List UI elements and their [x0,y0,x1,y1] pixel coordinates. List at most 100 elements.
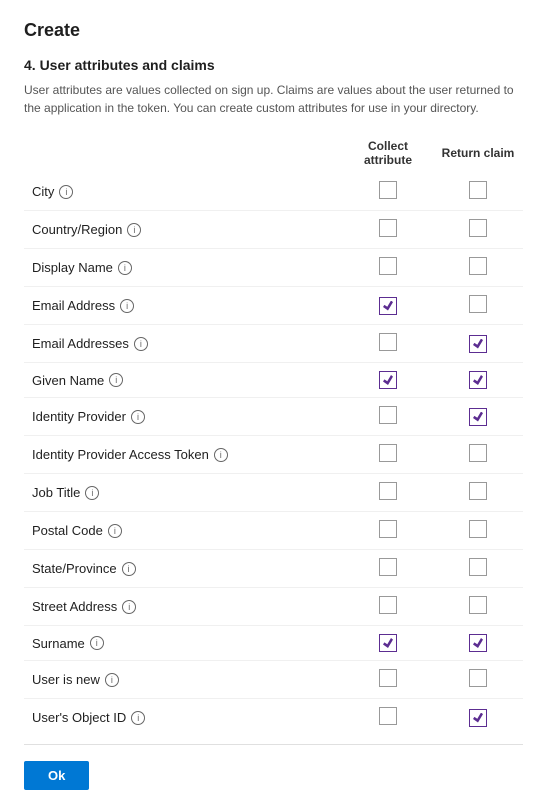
row-label-identity_provider: Identity Provideri [24,398,343,436]
info-icon-given_name[interactable]: i [109,373,123,387]
collect-cell-postal_code [343,512,433,550]
row-text-identity_provider_access_token: Identity Provider Access Token [32,447,209,462]
attributes-table: Collect attribute Return claim CityiCoun… [24,133,523,736]
return-cell-state_province [433,550,523,588]
info-icon-country_region[interactable]: i [127,223,141,237]
row-text-email_addresses: Email Addresses [32,336,129,351]
return-checkbox-country_region[interactable] [469,219,487,237]
collect-cell-user_is_new [343,661,433,699]
row-label-city: Cityi [24,173,343,211]
info-icon-surname[interactable]: i [90,636,104,650]
table-row: Identity Provider Access Token i [24,436,523,474]
ok-button[interactable]: Ok [24,761,89,790]
info-icon-users_object_id[interactable]: i [131,711,145,725]
return-checkbox-surname[interactable] [469,634,487,652]
table-row: Email Addresses i [24,325,523,363]
section-description: User attributes are values collected on … [24,81,523,117]
collect-checkbox-display_name[interactable] [379,257,397,275]
return-cell-street_address [433,588,523,626]
return-checkbox-postal_code[interactable] [469,520,487,538]
collect-checkbox-postal_code[interactable] [379,520,397,538]
collect-cell-surname [343,626,433,661]
collect-checkbox-city[interactable] [379,181,397,199]
return-cell-email_address [433,287,523,325]
info-icon-email_address[interactable]: i [120,299,134,313]
row-text-postal_code: Postal Code [32,523,103,538]
collect-checkbox-street_address[interactable] [379,596,397,614]
table-row: State/Province i [24,550,523,588]
return-checkbox-email_address[interactable] [469,295,487,313]
footer: Ok [24,744,523,790]
return-cell-users_object_id [433,699,523,737]
collect-checkbox-email_addresses[interactable] [379,333,397,351]
info-icon-identity_provider[interactable]: i [131,410,145,424]
row-text-state_province: State/Province [32,561,117,576]
col-header-attribute-name [24,133,343,173]
col-header-return: Return claim [433,133,523,173]
info-icon-display_name[interactable]: i [118,261,132,275]
return-checkbox-state_province[interactable] [469,558,487,576]
row-label-street_address: Street Address i [24,588,343,626]
row-label-job_title: Job Titlei [24,474,343,512]
return-cell-surname [433,626,523,661]
info-icon-job_title[interactable]: i [85,486,99,500]
row-label-surname: Surname i [24,626,343,661]
collect-cell-street_address [343,588,433,626]
row-text-email_address: Email Address [32,298,115,313]
info-icon-city[interactable]: i [59,185,73,199]
info-icon-postal_code[interactable]: i [108,524,122,538]
return-checkbox-job_title[interactable] [469,482,487,500]
return-checkbox-identity_provider[interactable] [469,408,487,426]
collect-cell-display_name [343,249,433,287]
table-row: User is newi [24,661,523,699]
collect-checkbox-country_region[interactable] [379,219,397,237]
row-label-email_addresses: Email Addresses i [24,325,343,363]
row-text-surname: Surname [32,636,85,651]
return-checkbox-email_addresses[interactable] [469,335,487,353]
collect-checkbox-identity_provider[interactable] [379,406,397,424]
collect-checkbox-given_name[interactable] [379,371,397,389]
table-row: Job Titlei [24,474,523,512]
row-label-users_object_id: User's Object ID i [24,699,343,737]
collect-cell-state_province [343,550,433,588]
collect-checkbox-state_province[interactable] [379,558,397,576]
collect-cell-identity_provider [343,398,433,436]
attributes-table-container: Collect attribute Return claim CityiCoun… [24,133,523,736]
collect-cell-identity_provider_access_token [343,436,433,474]
return-cell-identity_provider_access_token [433,436,523,474]
return-checkbox-users_object_id[interactable] [469,709,487,727]
info-icon-identity_provider_access_token[interactable]: i [214,448,228,462]
return-checkbox-given_name[interactable] [469,371,487,389]
table-row: Identity Provideri [24,398,523,436]
collect-checkbox-job_title[interactable] [379,482,397,500]
row-text-users_object_id: User's Object ID [32,710,126,725]
info-icon-street_address[interactable]: i [122,600,136,614]
return-cell-city [433,173,523,211]
return-checkbox-identity_provider_access_token[interactable] [469,444,487,462]
row-label-postal_code: Postal Code i [24,512,343,550]
return-checkbox-street_address[interactable] [469,596,487,614]
info-icon-user_is_new[interactable]: i [105,673,119,687]
info-icon-email_addresses[interactable]: i [134,337,148,351]
row-label-state_province: State/Province i [24,550,343,588]
collect-cell-country_region [343,211,433,249]
collect-checkbox-users_object_id[interactable] [379,707,397,725]
row-text-city: City [32,184,54,199]
return-checkbox-display_name[interactable] [469,257,487,275]
collect-checkbox-surname[interactable] [379,634,397,652]
return-cell-email_addresses [433,325,523,363]
table-row: Display Namei [24,249,523,287]
row-label-given_name: Given Namei [24,363,343,398]
return-checkbox-city[interactable] [469,181,487,199]
table-row: Country/Regioni [24,211,523,249]
collect-checkbox-user_is_new[interactable] [379,669,397,687]
info-icon-state_province[interactable]: i [122,562,136,576]
return-checkbox-user_is_new[interactable] [469,669,487,687]
collect-checkbox-identity_provider_access_token[interactable] [379,444,397,462]
section-title: 4. User attributes and claims [24,57,523,73]
row-text-street_address: Street Address [32,599,117,614]
col-header-collect: Collect attribute [343,133,433,173]
table-row: Postal Code i [24,512,523,550]
row-label-display_name: Display Namei [24,249,343,287]
collect-checkbox-email_address[interactable] [379,297,397,315]
